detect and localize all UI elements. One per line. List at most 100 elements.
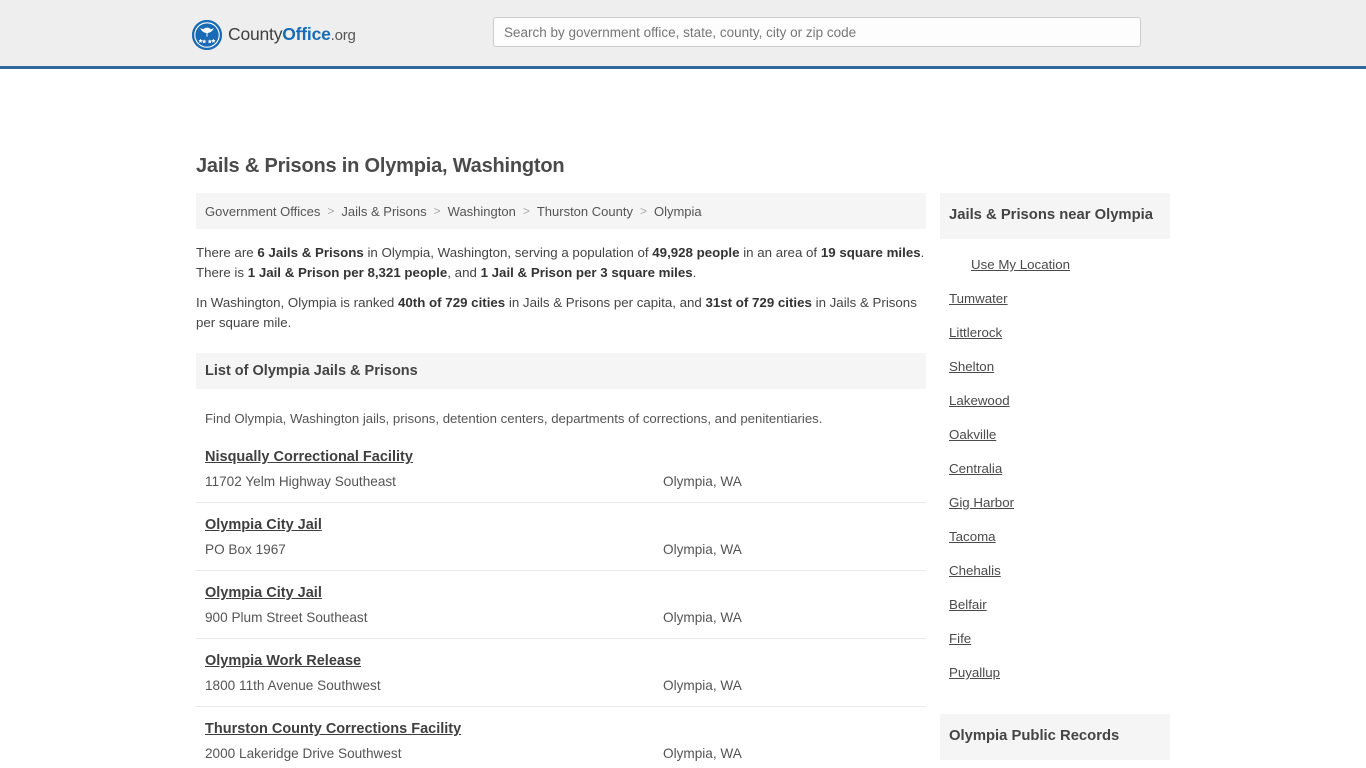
sidebar: Jails & Prisons near Olympia Use My Loca…	[940, 193, 1170, 768]
sidebar-nearby-link-row: Centralia	[940, 452, 1170, 486]
facility-detail-line: 900 Plum Street Southeast Olympia, WA	[196, 610, 926, 625]
stats-text-run-1: In Washington, Olympia is ranked	[196, 295, 399, 310]
sidebar-nearby-link-gig-harbor[interactable]: Gig Harbor	[949, 495, 1014, 510]
breadcrumb-item-5: Olympia	[653, 203, 702, 219]
sidebar-nearby-link-row: Chehalis	[940, 554, 1170, 588]
eagle-shield-emblem-icon	[192, 20, 222, 50]
page-title: Jails & Prisons in Olympia, Washington	[196, 155, 565, 177]
stats-text-run-6: 19 square miles	[820, 245, 921, 260]
sidebar-public-records-links: Arrest Records Search	[940, 760, 1170, 768]
search-input[interactable]	[493, 17, 1141, 47]
facility-city: Olympia, WA	[663, 746, 742, 761]
breadcrumb-item-3[interactable]: Washington	[448, 204, 516, 219]
facility-detail-line: PO Box 1967 Olympia, WA	[196, 542, 926, 557]
facility-address: 900 Plum Street Southeast	[205, 610, 368, 625]
breadcrumb-separator: >	[639, 204, 647, 218]
sidebar-nearby-link-row: Puyallup	[940, 656, 1170, 690]
stats-paragraph-1: There are 6 Jails & Prisons in Olympia, …	[196, 243, 926, 283]
stats-summary: There are 6 Jails & Prisons in Olympia, …	[196, 229, 926, 333]
breadcrumb-separator: >	[433, 204, 441, 218]
facility-row: Olympia City Jail PO Box 1967 Olympia, WA	[196, 516, 926, 571]
stats-text-run-8: 1 Jail & Prison per 8,321 people	[247, 265, 448, 280]
stats-text-run-2: 6 Jails & Prisons	[257, 245, 364, 260]
sidebar-nearby-link-row: Oakville	[940, 418, 1170, 452]
list-section-description: Find Olympia, Washington jails, prisons,…	[205, 411, 823, 426]
sidebar-nearby-header: Jails & Prisons near Olympia	[940, 193, 1170, 239]
logo-text-county: County	[228, 24, 283, 45]
stats-text-run-3: in Olympia, Washington, serving a popula…	[363, 245, 653, 260]
sidebar-public-records-header: Olympia Public Records	[940, 714, 1170, 760]
facility-row: Olympia Work Release 1800 11th Avenue Sou…	[196, 652, 926, 707]
site-header: CountyOffice.org	[0, 0, 1366, 69]
facility-address: PO Box 1967	[205, 542, 286, 557]
list-section-heading: List of Olympia Jails & Prisons	[205, 363, 418, 379]
breadcrumb: Government Offices > Jails & Prisons > Washi…	[196, 193, 926, 229]
facility-name-link[interactable]: Thurston County Corrections Facility	[205, 721, 461, 737]
sidebar-nearby-link-row: Use My Location	[940, 248, 1170, 282]
sidebar-nearby-link-shelton[interactable]: Shelton	[949, 359, 994, 374]
stats-text-run-4: 49,928 people	[652, 245, 740, 260]
facility-row: Olympia City Jail 900 Plum Street Southea…	[196, 584, 926, 639]
sidebar-nearby-link-puyallup[interactable]: Puyallup	[949, 665, 1000, 680]
sidebar-nearby-links: Use My Location Tumwater Littlerock Shelton…	[940, 239, 1170, 690]
facility-detail-line: 11702 Yelm Highway Southeast Olympia, WA	[196, 474, 926, 489]
facility-address: 2000 Lakeridge Drive Southwest	[205, 746, 402, 761]
search-bar[interactable]	[493, 17, 1141, 47]
site-logo-text: CountyOffice.org	[228, 26, 356, 44]
sidebar-nearby-link-tumwater[interactable]: Tumwater	[949, 291, 1008, 306]
sidebar-nearby-link-oakville[interactable]: Oakville	[949, 427, 996, 442]
sidebar-nearby-link-centralia[interactable]: Centralia	[949, 461, 1002, 476]
facility-detail-line: 2000 Lakeridge Drive Southwest Olympia, W…	[196, 746, 926, 761]
facility-name-link[interactable]: Olympia City Jail	[205, 517, 322, 533]
sidebar-nearby-link-row: Shelton	[940, 350, 1170, 384]
sidebar-nearby-link-use-my-location[interactable]: Use My Location	[971, 257, 1070, 272]
main-content: Government Offices > Jails & Prisons > Washi…	[196, 193, 926, 768]
facility-row: Nisqually Correctional Facility 11702 Yel…	[196, 448, 926, 503]
sidebar-nearby-link-littlerock[interactable]: Littlerock	[949, 325, 1002, 340]
facility-name-link[interactable]: Olympia City Jail	[205, 585, 322, 601]
sidebar-public-records-heading: Olympia Public Records	[949, 728, 1120, 744]
facility-name-link[interactable]: Olympia Work Release	[205, 653, 361, 669]
sidebar-nearby-link-fife[interactable]: Fife	[949, 631, 971, 646]
breadcrumb-separator: >	[522, 204, 530, 218]
stats-text-run-10: 1 Jail & Prison per 3 square miles	[480, 265, 693, 280]
stats-text-run-1: There are	[196, 245, 258, 260]
sidebar-nearby-link-tacoma[interactable]: Tacoma	[949, 529, 996, 544]
sidebar-nearby-link-row: Fife	[940, 622, 1170, 656]
sidebar-nearby-link-row: Gig Harbor	[940, 486, 1170, 520]
sidebar-nearby-link-lakewood[interactable]: Lakewood	[949, 393, 1010, 408]
sidebar-nearby-link-row: Tacoma	[940, 520, 1170, 554]
stats-text-run-9: , and	[447, 265, 481, 280]
breadcrumb-item-4[interactable]: Thurston County	[537, 204, 633, 219]
stats-text-run-5: in an area of	[739, 245, 821, 260]
stats-text-run-3: in Jails & Prisons per capita, and	[505, 295, 706, 310]
logo-text-org: .org	[330, 27, 356, 45]
sidebar-nearby-link-chehalis[interactable]: Chehalis	[949, 563, 1001, 578]
breadcrumb-item-2[interactable]: Jails & Prisons	[341, 204, 426, 219]
facility-address: 11702 Yelm Highway Southeast	[205, 474, 396, 489]
facility-name-link[interactable]: Nisqually Correctional Facility	[205, 449, 413, 465]
stats-paragraph-2: In Washington, Olympia is ranked 40th of…	[196, 293, 926, 333]
facility-row: Thurston County Corrections Facility 2000…	[196, 720, 926, 768]
sidebar-nearby-heading: Jails & Prisons near Olympia	[949, 207, 1153, 223]
logo-text-office: Office	[282, 24, 331, 45]
list-section-header: List of Olympia Jails & Prisons	[196, 353, 926, 389]
stats-text-run-4: 31st of 729 cities	[705, 295, 812, 310]
facility-city: Olympia, WA	[663, 474, 742, 489]
sidebar-nearby-link-belfair[interactable]: Belfair	[949, 597, 987, 612]
stats-text-run-2: 40th of 729 cities	[398, 295, 506, 310]
facility-city: Olympia, WA	[663, 610, 742, 625]
stats-text-run-11: .	[692, 265, 697, 280]
facility-list: Nisqually Correctional Facility 11702 Yel…	[196, 448, 926, 768]
site-logo[interactable]: CountyOffice.org	[192, 20, 356, 50]
sidebar-nearby-link-row: Belfair	[940, 588, 1170, 622]
facility-city: Olympia, WA	[663, 678, 742, 693]
sidebar-nearby-link-row: Lakewood	[940, 384, 1170, 418]
sidebar-nearby-link-row: Littlerock	[940, 316, 1170, 350]
facility-address: 1800 11th Avenue Southwest	[205, 678, 381, 693]
breadcrumb-item-1[interactable]: Government Offices	[205, 204, 320, 219]
sidebar-nearby-link-row: Tumwater	[940, 282, 1170, 316]
breadcrumb-separator: >	[327, 204, 335, 218]
facility-city: Olympia, WA	[663, 542, 742, 557]
facility-detail-line: 1800 11th Avenue Southwest Olympia, WA	[196, 678, 926, 693]
